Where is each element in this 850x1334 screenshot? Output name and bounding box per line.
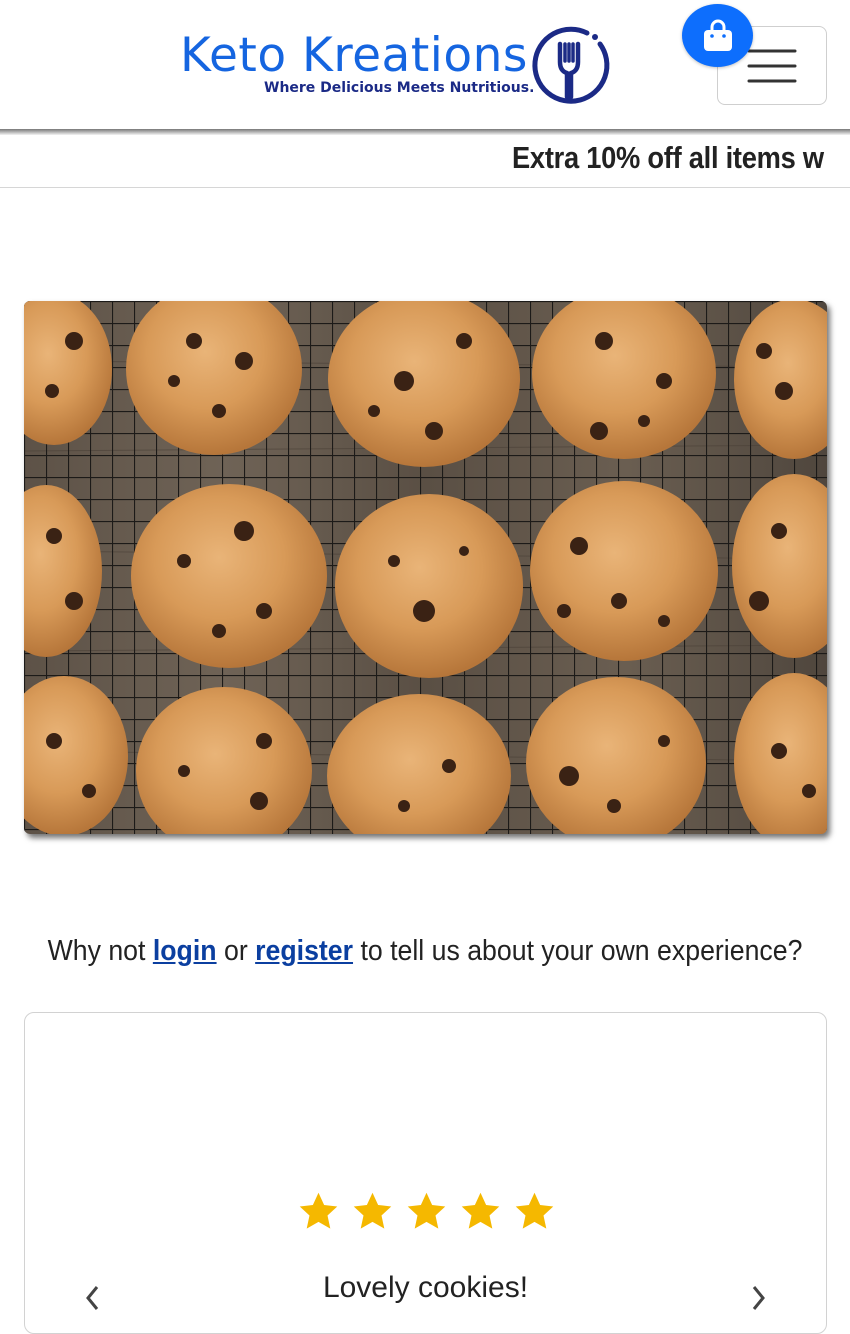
fork-logo-icon: [532, 26, 610, 104]
star-icon: [407, 1192, 446, 1229]
login-link[interactable]: login: [153, 935, 217, 967]
carousel-next-button[interactable]: [748, 1283, 772, 1313]
register-link[interactable]: register: [255, 935, 353, 967]
cookies-photo: [24, 301, 827, 834]
star-icon: [461, 1192, 500, 1229]
site-header: Keto Kreations Where Delicious Meets Nut…: [0, 0, 850, 132]
promo-text: Extra 10% off all items w: [512, 140, 824, 175]
star-icon: [353, 1192, 392, 1229]
chevron-right-icon: [752, 1286, 765, 1310]
star-icon: [515, 1192, 554, 1229]
hero-image: [24, 301, 827, 834]
brand-tagline: Where Delicious Meets Nutritious.: [264, 80, 535, 96]
chevron-left-icon: [86, 1286, 99, 1310]
carousel-prev-button[interactable]: [83, 1283, 107, 1313]
promo-banner: Extra 10% off all items w: [0, 135, 850, 188]
cta-prefix: Why not: [47, 935, 146, 967]
hamburger-menu-icon: [747, 49, 797, 82]
review-card: Lovely cookies!: [24, 1012, 827, 1334]
cta-middle: or: [223, 935, 248, 967]
cart-button[interactable]: [682, 4, 753, 67]
cta-suffix: to tell us about your own experience?: [360, 935, 803, 967]
star-rating: [296, 1189, 557, 1237]
star-icon: [299, 1192, 338, 1229]
brand-name: Keto Kreations: [180, 28, 528, 83]
brand-logo[interactable]: Keto Kreations Where Delicious Meets Nut…: [180, 24, 612, 110]
review-title: Lovely cookies!: [322, 1271, 529, 1304]
shopping-bag-icon: [703, 19, 732, 51]
review-cta: Why not login or register to tell us abo…: [34, 935, 816, 968]
